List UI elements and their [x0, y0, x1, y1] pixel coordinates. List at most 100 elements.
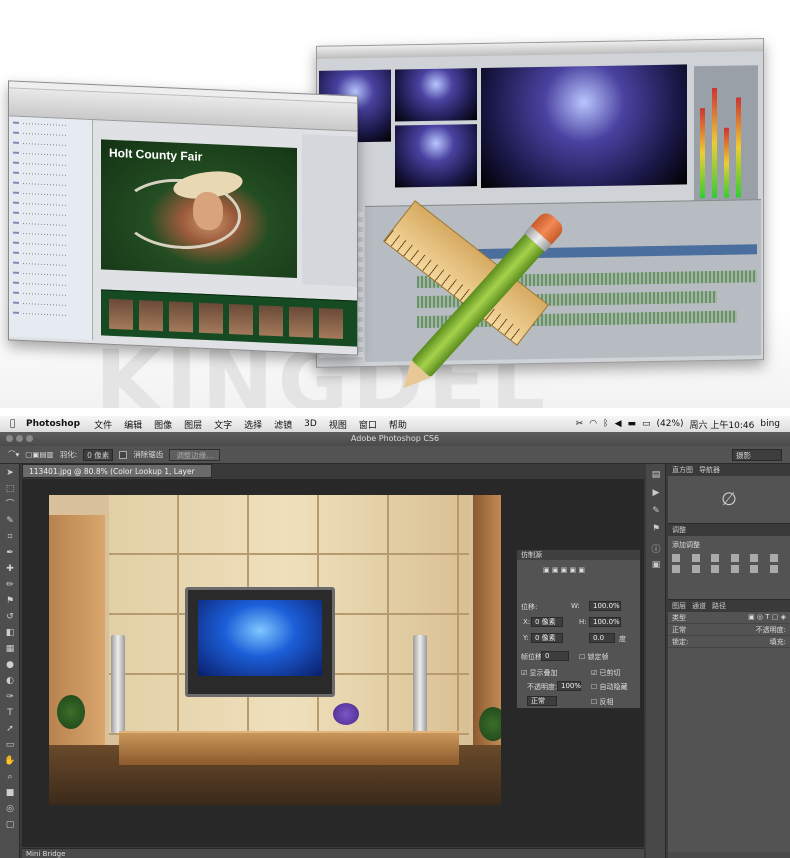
scissors-icon[interactable]: ✂: [576, 419, 584, 429]
eraser-tool-icon[interactable]: ◧: [3, 626, 17, 640]
x-input[interactable]: 0 像素: [531, 617, 563, 627]
hand-tool-icon[interactable]: ✋: [3, 754, 17, 768]
close-icon[interactable]: [6, 435, 13, 442]
menu-image[interactable]: 图像: [154, 418, 172, 431]
bluetooth-icon[interactable]: ᛒ: [603, 419, 608, 429]
lock-frame-checkbox[interactable]: ☐ 锁定帧: [579, 652, 609, 662]
frame-offset-input[interactable]: 0: [541, 651, 569, 661]
feather-input[interactable]: 0 像素: [83, 448, 114, 461]
invert-icon[interactable]: [769, 565, 778, 573]
tab-navigator[interactable]: 导航器: [699, 464, 720, 476]
exposure-icon[interactable]: [730, 554, 739, 562]
hue-icon[interactable]: [769, 554, 778, 562]
marquee-tool-icon[interactable]: ⬚: [3, 482, 17, 496]
volume-icon[interactable]: ◀: [615, 419, 622, 429]
tab-channels[interactable]: 通道: [692, 600, 706, 612]
layer-blend-select[interactable]: 正常: [672, 625, 686, 634]
minimize-icon[interactable]: [16, 435, 23, 442]
opacity-input[interactable]: 100%: [557, 681, 581, 691]
quick-select-tool-icon[interactable]: ✎: [3, 514, 17, 528]
type-tool-icon[interactable]: T: [3, 706, 17, 720]
tab-histogram[interactable]: 直方图: [672, 464, 693, 476]
screen-mode-icon[interactable]: ▢: [3, 818, 17, 832]
curves-icon[interactable]: [711, 554, 719, 562]
color-swatches-icon[interactable]: ■: [3, 786, 17, 800]
color-lookup-icon[interactable]: [750, 565, 758, 573]
lasso-tool-icon[interactable]: ⌒: [3, 498, 17, 512]
auto-hide-checkbox[interactable]: ☐ 自动隐藏: [591, 682, 628, 692]
photo-app-sidebar: [9, 116, 93, 341]
menu-3d[interactable]: 3D: [304, 419, 317, 429]
clock[interactable]: 周六 上午10:46: [690, 418, 755, 431]
photo-filter-icon[interactable]: [711, 565, 719, 573]
healing-tool-icon[interactable]: ✚: [3, 562, 17, 576]
zoom-tool-icon[interactable]: ⌕: [3, 770, 17, 784]
move-tool-icon[interactable]: ➤: [3, 466, 17, 480]
tab-adjustments[interactable]: 调整: [672, 524, 686, 536]
y-input[interactable]: 0 像素: [531, 633, 563, 643]
tab-layers[interactable]: 图层: [672, 600, 686, 612]
apple-icon[interactable]: : [10, 419, 22, 429]
crop-tool-icon[interactable]: ⌗: [3, 530, 17, 544]
flag-icon[interactable]: ▬: [627, 419, 636, 429]
shape-tool-icon[interactable]: ▭: [3, 738, 17, 752]
angle-input[interactable]: 0.0: [589, 633, 615, 643]
gradient-tool-icon[interactable]: ▦: [3, 642, 17, 656]
tab-paths[interactable]: 路径: [712, 600, 726, 612]
app-menu[interactable]: Photoshop: [26, 419, 80, 429]
h-input[interactable]: 100.0%: [589, 617, 621, 627]
clone-source-title[interactable]: 仿制源: [517, 550, 640, 560]
zoom-icon[interactable]: [26, 435, 33, 442]
menu-file[interactable]: 文件: [94, 418, 112, 431]
clone-source-slots[interactable]: ▣ ▣ ▣ ▣ ▣: [543, 566, 585, 574]
quick-mask-icon[interactable]: ◎: [3, 802, 17, 816]
clone-source-icon[interactable]: ⚑: [650, 524, 662, 536]
menu-filter[interactable]: 滤镜: [274, 418, 292, 431]
vibrance-icon[interactable]: [750, 554, 758, 562]
menu-layer[interactable]: 图层: [184, 418, 202, 431]
document-tab[interactable]: 113401.jpg @ 80.8% (Color Lookup 1, Laye…: [22, 464, 212, 490]
menu-select[interactable]: 选择: [244, 418, 262, 431]
filter-icons[interactable]: ▣ ◎ T ▢ ◈: [748, 613, 786, 622]
menu-window[interactable]: 窗口: [359, 418, 377, 431]
levels-icon[interactable]: [691, 554, 700, 562]
history-icon[interactable]: ▤: [650, 470, 662, 482]
w-input[interactable]: 100.0%: [589, 601, 621, 611]
dodge-tool-icon[interactable]: ◐: [3, 674, 17, 688]
brightness-icon[interactable]: [672, 554, 680, 562]
info-icon[interactable]: ⓘ: [650, 542, 662, 555]
path-select-tool-icon[interactable]: ➚: [3, 722, 17, 736]
clone-stamp-tool-icon[interactable]: ⚑: [3, 594, 17, 608]
lasso-tool-preset-icon[interactable]: ⌒▾: [8, 449, 19, 460]
brush-tool-icon[interactable]: ✏: [3, 578, 17, 592]
color-balance-icon[interactable]: [672, 565, 680, 573]
actions-icon[interactable]: ▶: [650, 488, 662, 500]
lock-label: 锁定:: [672, 638, 689, 646]
refine-edge-button[interactable]: 调整边缘...: [169, 448, 221, 461]
brush-presets-icon[interactable]: ✎: [650, 506, 662, 518]
eyedropper-tool-icon[interactable]: ✒: [3, 546, 17, 560]
menu-view[interactable]: 视图: [329, 418, 347, 431]
blend-mode-select[interactable]: 正常: [527, 696, 557, 706]
mini-bridge-bar[interactable]: Mini Bridge: [22, 848, 644, 858]
channel-mixer-icon[interactable]: [730, 565, 739, 573]
menu-type[interactable]: 文字: [214, 418, 232, 431]
kind-select[interactable]: 类型: [672, 613, 686, 622]
pen-tool-icon[interactable]: ✑: [3, 690, 17, 704]
wifi-icon[interactable]: ◠: [589, 419, 597, 429]
bw-icon[interactable]: [691, 565, 700, 573]
invert-checkbox[interactable]: ☐ 反相: [591, 697, 614, 707]
right-panels: 直方图 导航器 ∅ 调整 添加调整 图层 通道 路径 类型 ▣ ◎ T ▢ ◈ …: [668, 464, 790, 858]
battery-icon[interactable]: ▭: [642, 419, 651, 429]
user-name[interactable]: bing: [760, 419, 780, 429]
antialias-checkbox[interactable]: [119, 450, 128, 459]
workspace-select[interactable]: 摄影: [732, 449, 782, 461]
menu-edit[interactable]: 编辑: [124, 418, 142, 431]
history-brush-tool-icon[interactable]: ↺: [3, 610, 17, 624]
show-overlay-checkbox[interactable]: ☑ 显示叠加: [521, 668, 558, 678]
character-icon[interactable]: ▣: [650, 560, 662, 572]
clipped-checkbox[interactable]: ☑ 已剪切: [591, 668, 621, 678]
blur-tool-icon[interactable]: ●: [3, 658, 17, 672]
menu-help[interactable]: 帮助: [389, 418, 407, 431]
selection-mode-icons[interactable]: ▢▣▤▥: [25, 450, 53, 459]
